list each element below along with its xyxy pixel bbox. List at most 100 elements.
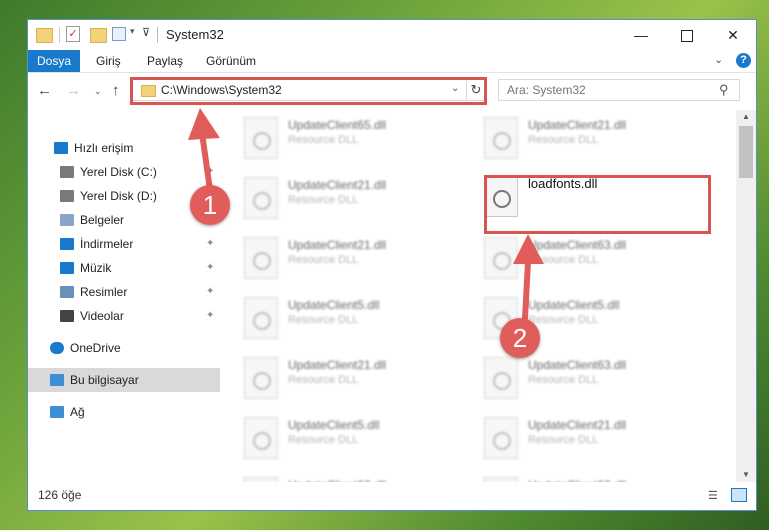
sidebar-item-label: Yerel Disk (C:): [80, 165, 157, 179]
search-box[interactable]: ⚲: [498, 79, 740, 101]
cloud-icon: [50, 342, 64, 354]
file-description: Resource DLL: [288, 254, 359, 266]
sidebar-item[interactable]: Bu bilgisayar: [28, 368, 220, 392]
file-description: Resource DLL: [528, 314, 599, 326]
file-item[interactable]: UpdateClient63.dllResource DLL: [244, 474, 464, 482]
sidebar-item[interactable]: Hızlı erişim: [28, 136, 220, 160]
pin-icon[interactable]: ✦: [206, 160, 214, 184]
vertical-scrollbar[interactable]: ▲ ▼: [736, 110, 756, 482]
sidebar-item[interactable]: Resimler ✦: [28, 280, 220, 304]
window-title: System32: [166, 27, 224, 42]
properties-check-icon[interactable]: ✓: [66, 26, 80, 42]
back-arrow-icon[interactable]: ←: [37, 82, 52, 99]
scroll-down-icon[interactable]: ▼: [736, 468, 756, 482]
sidebar-item[interactable]: OneDrive: [28, 336, 220, 360]
ribbon-tabs: Dosya Giriş Paylaş Görünüm ⌄ ?: [28, 50, 756, 73]
tab-view[interactable]: Görünüm: [206, 50, 256, 72]
dll-file-icon: [484, 357, 518, 399]
dll-file-icon: [484, 117, 518, 159]
file-description: Resource DLL: [288, 434, 359, 446]
file-name: UpdateClient21.dll: [528, 418, 627, 432]
tab-home[interactable]: Giriş: [96, 50, 121, 72]
recent-locations-chevron-icon[interactable]: ⌄: [94, 86, 102, 97]
documents-icon: [60, 214, 74, 226]
pin-icon[interactable]: ✦: [206, 280, 214, 304]
pin-icon[interactable]: ✦: [206, 232, 214, 256]
scroll-up-icon[interactable]: ▲: [736, 110, 756, 124]
status-bar: 126 öğe ☰: [28, 482, 756, 510]
expand-ribbon-icon[interactable]: ⌄: [714, 53, 723, 66]
dll-file-icon: [484, 237, 518, 279]
file-item[interactable]: UpdateClient21.dll Resource DLL: [244, 174, 464, 224]
file-item[interactable]: UpdateClient21.dll Resource DLL: [244, 354, 464, 404]
help-icon[interactable]: ?: [736, 53, 751, 68]
file-name: UpdateClient21.dll: [288, 178, 387, 192]
up-arrow-icon[interactable]: ↑: [112, 82, 120, 99]
new-folder-icon[interactable]: [90, 28, 107, 43]
file-name: UpdateClient5.dll: [288, 298, 380, 312]
file-item[interactable]: UpdateClient5.dll Resource DLL: [244, 294, 464, 344]
file-list: UpdateClient65.dll Resource DLL UpdateClie…: [220, 110, 736, 482]
view-options-icon[interactable]: [112, 27, 126, 41]
sidebar-item[interactable]: İndirmeler ✦: [28, 232, 220, 256]
sidebar-item-label: OneDrive: [70, 341, 121, 355]
sidebar-item-label: Videolar: [80, 309, 124, 323]
file-item[interactable]: UpdateClient21.dll Resource DLL: [484, 414, 704, 464]
network-icon: [50, 406, 64, 418]
scrollbar-thumb[interactable]: [739, 126, 753, 178]
dll-file-icon: [244, 177, 278, 219]
sidebar-item-label: Müzik: [80, 261, 112, 275]
sidebar-item-label: Belgeler: [80, 213, 125, 227]
sidebar-item-label: Bu bilgisayar: [70, 373, 139, 387]
sidebar-item[interactable]: Ağ: [28, 400, 220, 424]
maximize-icon: [681, 30, 693, 43]
pin-icon[interactable]: ✦: [206, 256, 214, 280]
maximize-button[interactable]: [664, 20, 710, 50]
file-item[interactable]: UpdateClient5.dll Resource DLL: [244, 414, 464, 464]
search-input[interactable]: [499, 80, 730, 100]
chevron-down-icon[interactable]: ▾: [130, 26, 135, 44]
file-item[interactable]: UpdateClient63.dllResource DLL: [484, 474, 704, 482]
drive-icon: [60, 166, 74, 178]
folder-icon[interactable]: [36, 28, 53, 43]
item-count: 126 öğe: [38, 488, 82, 502]
minimize-button[interactable]: —: [618, 20, 664, 50]
file-item[interactable]: UpdateClient65.dll Resource DLL: [244, 114, 464, 164]
dll-file-icon: [244, 297, 278, 339]
sidebar-item-label: İndirmeler: [80, 237, 134, 251]
dll-file-icon: [244, 117, 278, 159]
dll-file-icon: [244, 237, 278, 279]
tab-share[interactable]: Paylaş: [147, 50, 183, 72]
sidebar-item[interactable]: Yerel Disk (C:) ✦: [28, 160, 220, 184]
sidebar-item-label: Yerel Disk (D:): [80, 189, 157, 203]
navigation-pane: Hızlı erişim Yerel Disk (C:) ✦ Yerel Disk (…: [28, 110, 220, 482]
large-icons-view-icon[interactable]: [731, 488, 747, 502]
file-name: UpdateClient63.dll: [528, 358, 627, 372]
file-name: UpdateClient21.dll: [288, 358, 387, 372]
file-item[interactable]: UpdateClient63.dllResource DLL: [484, 234, 704, 284]
search-icon[interactable]: ⚲: [719, 82, 729, 98]
file-description: Resource DLL: [288, 134, 359, 146]
file-item[interactable]: UpdateClient63.dll Resource DLL: [484, 354, 704, 404]
tab-file[interactable]: Dosya: [28, 50, 80, 72]
sidebar-item-label: Hızlı erişim: [74, 141, 134, 155]
file-description: Resource DLL: [528, 374, 599, 386]
sidebar-item[interactable]: Müzik ✦: [28, 256, 220, 280]
file-name: UpdateClient21.dll: [288, 238, 387, 252]
divider: [157, 27, 158, 43]
sidebar-item-label: Ağ: [70, 405, 85, 419]
file-item[interactable]: UpdateClient21.dll Resource DLL: [244, 234, 464, 284]
step-1-badge: 1: [190, 185, 230, 225]
pin-icon[interactable]: ✦: [206, 304, 214, 328]
details-view-icon[interactable]: ☰: [708, 489, 724, 502]
step-2-badge: 2: [500, 318, 540, 358]
close-button[interactable]: ✕: [710, 20, 756, 50]
file-item[interactable]: UpdateClient21.dll Resource DLL: [484, 114, 704, 164]
file-description: Resource DLL: [288, 194, 359, 206]
forward-arrow-icon[interactable]: →: [66, 82, 81, 99]
customize-toolbar-icon[interactable]: ⊽: [142, 26, 150, 44]
address-bar-highlight: [130, 77, 487, 105]
file-description: Resource DLL: [528, 254, 599, 266]
dll-file-icon: [244, 417, 278, 459]
sidebar-item[interactable]: Videolar ✦: [28, 304, 220, 328]
